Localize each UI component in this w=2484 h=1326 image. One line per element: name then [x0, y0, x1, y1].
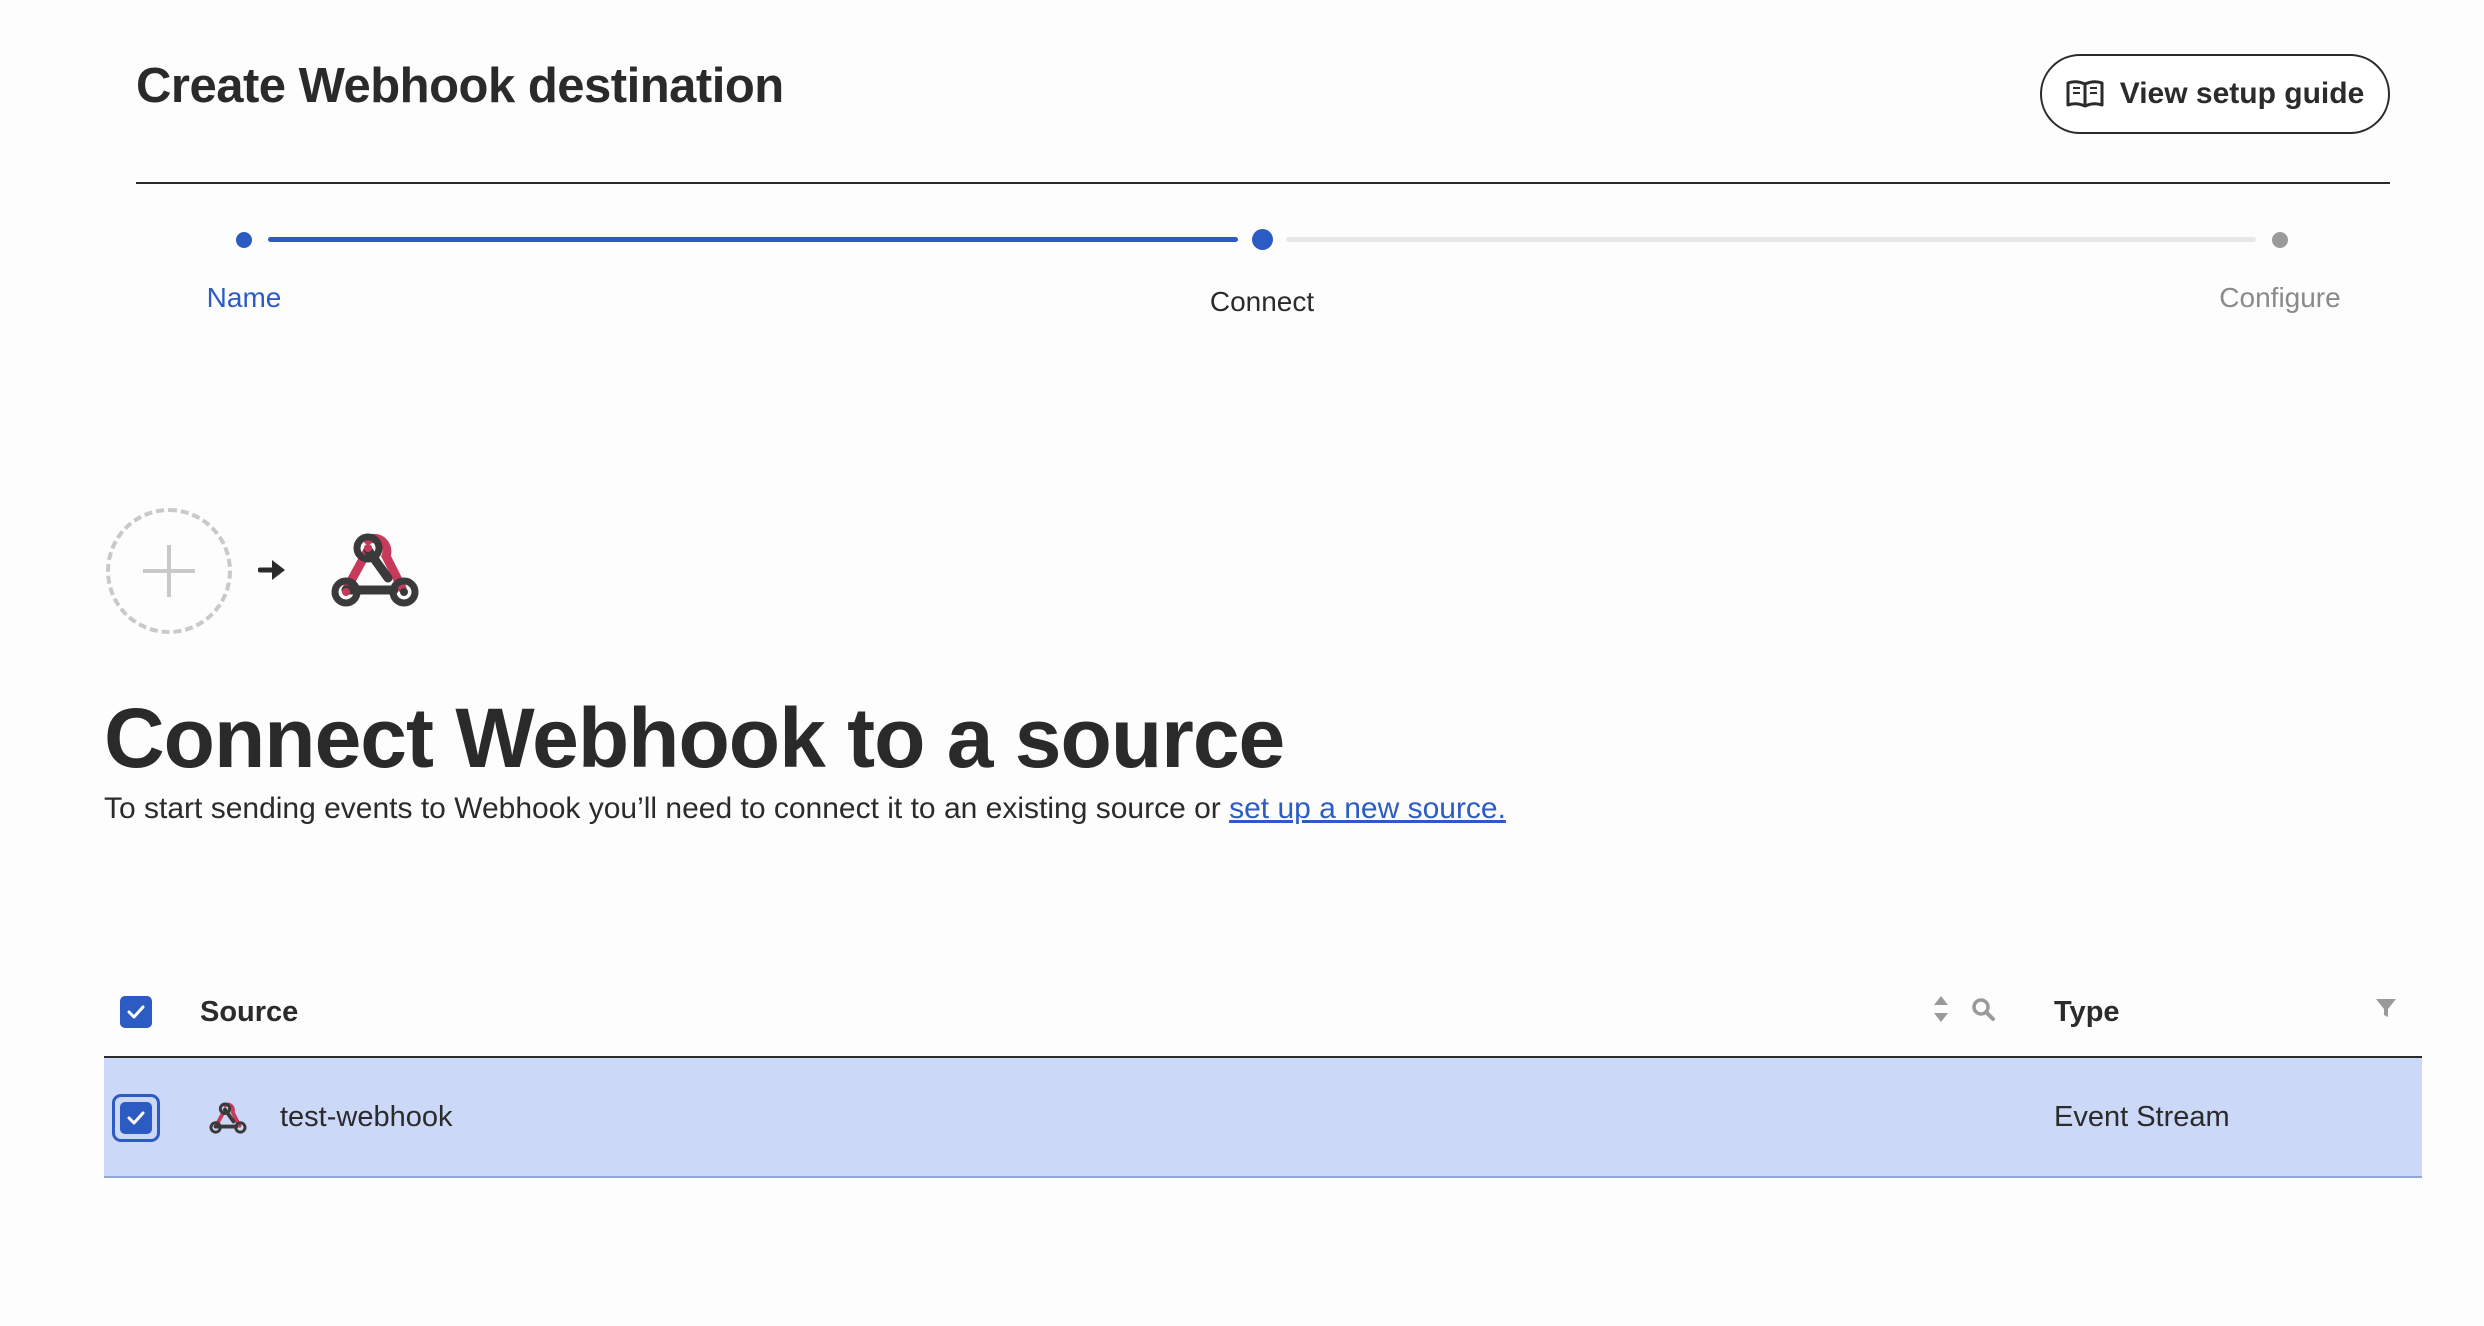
description-text: To start sending events to Webhook you’l… — [104, 792, 1506, 826]
table-header-row: Source Type — [104, 966, 2422, 1058]
header-divider — [136, 182, 2390, 184]
row-source-type: Event Stream — [2054, 1101, 2230, 1133]
checkmark-icon — [127, 1005, 145, 1019]
stepper-remaining-line — [1286, 237, 2256, 242]
table-row[interactable]: test-webhook Event Stream — [104, 1058, 2422, 1178]
step-dot-connect[interactable] — [1252, 229, 1273, 250]
filter-icon[interactable] — [2374, 996, 2398, 1020]
book-icon — [2066, 80, 2104, 108]
column-header-type: Type — [2054, 996, 2120, 1028]
guide-button-label: View setup guide — [2119, 77, 2365, 110]
setup-new-source-link[interactable]: set up a new source. — [1229, 792, 1506, 825]
stepper-progress-line — [268, 237, 1238, 242]
step-label-name[interactable]: Name — [207, 282, 282, 314]
step-dot-configure — [2272, 232, 2288, 248]
sort-icon[interactable] — [1932, 994, 1950, 1024]
webhook-icon — [209, 1102, 247, 1134]
webhook-logo-icon — [331, 533, 419, 607]
main-heading: Connect Webhook to a source — [104, 691, 1285, 785]
add-source-placeholder-icon — [106, 508, 232, 634]
page: Create Webhook destination View setup gu… — [0, 0, 2484, 1326]
step-dot-name[interactable] — [236, 232, 252, 248]
sources-table: Source Type test-webhook Event Stream — [104, 966, 2422, 1178]
description-body: To start sending events to Webhook you’l… — [104, 792, 1221, 825]
view-setup-guide-button[interactable]: View setup guide — [2040, 54, 2390, 134]
row-checkbox[interactable] — [112, 1094, 160, 1142]
checkmark-icon — [127, 1111, 145, 1125]
arrow-right-icon — [258, 560, 285, 580]
page-title: Create Webhook destination — [136, 59, 784, 113]
column-header-source: Source — [200, 996, 299, 1028]
step-label-connect: Connect — [1209, 286, 1315, 317]
row-source-name[interactable]: test-webhook — [280, 1101, 453, 1134]
step-label-configure: Configure — [2219, 282, 2341, 313]
search-icon[interactable] — [1970, 996, 1996, 1022]
row-checkbox-box — [120, 1102, 152, 1134]
select-all-checkbox[interactable] — [120, 996, 152, 1028]
